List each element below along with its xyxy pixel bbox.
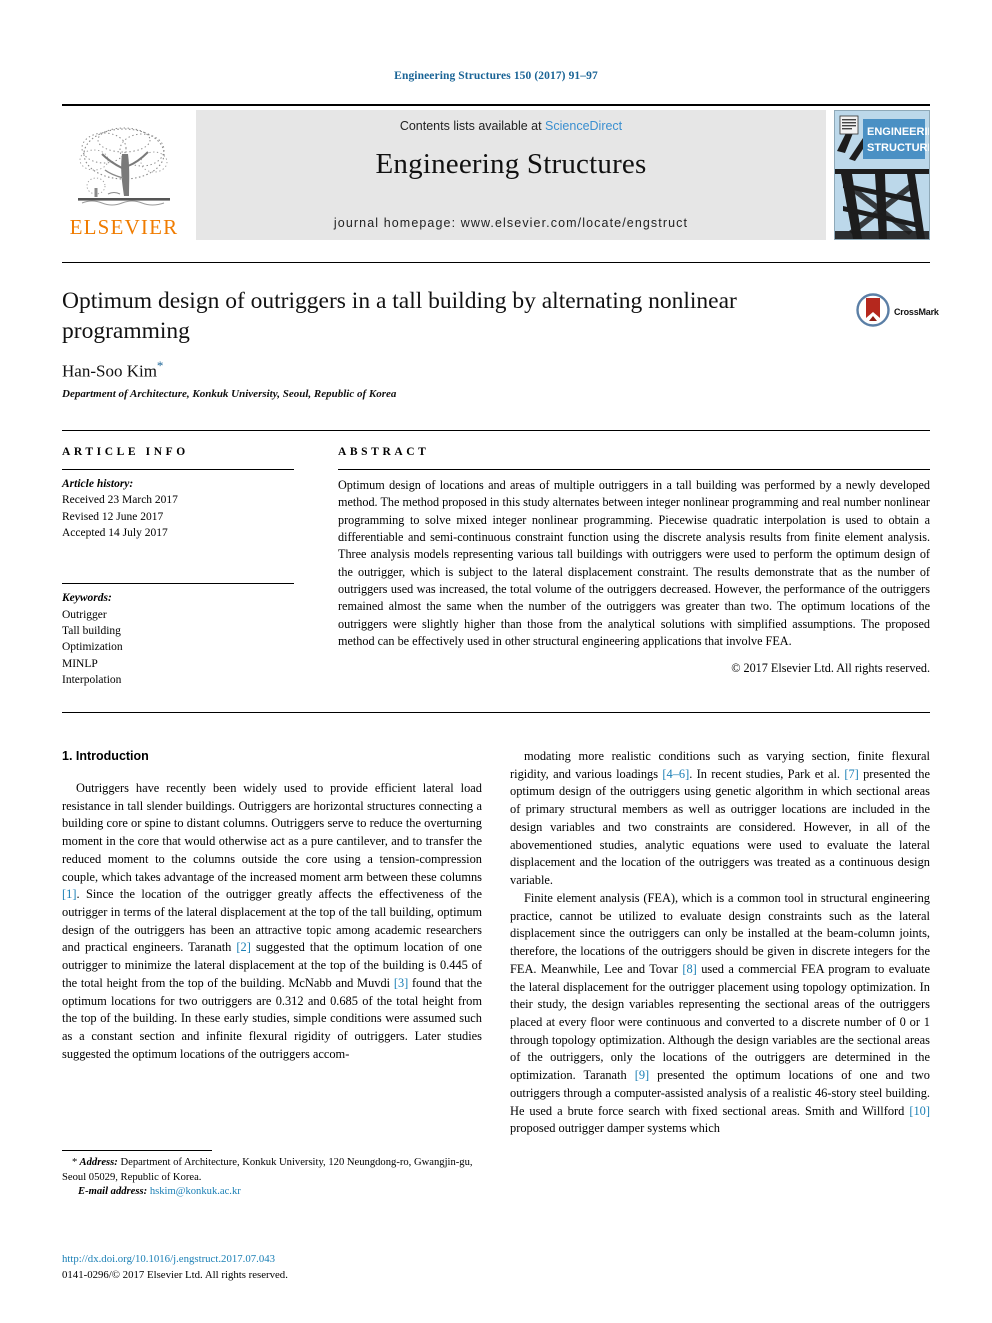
doi-block: http://dx.doi.org/10.1016/j.engstruct.20… xyxy=(62,1252,482,1283)
citation-ref-7[interactable]: [7] xyxy=(844,767,858,781)
article-info-block: ARTICLE INFO Article history: Received 2… xyxy=(62,446,294,688)
citation-ref-10[interactable]: [10] xyxy=(909,1104,930,1118)
article-info-heading: ARTICLE INFO xyxy=(62,446,189,458)
author-name: Han-Soo Kim xyxy=(62,361,157,381)
issn-copyright-line: 0141-0296/© 2017 Elsevier Ltd. All right… xyxy=(62,1268,288,1281)
elsevier-logo: ELSEVIER xyxy=(62,110,186,240)
citation-ref-3[interactable]: [3] xyxy=(394,976,408,990)
citation-ref-8[interactable]: [8] xyxy=(682,962,696,976)
abstract-block: ABSTRACT Optimum design of locations and… xyxy=(338,446,930,676)
crossmark-label: CrossMark xyxy=(894,307,939,317)
title-divider xyxy=(62,262,930,263)
text-run: Outriggers have recently been widely use… xyxy=(62,780,482,884)
elsevier-tree-icon xyxy=(72,124,176,216)
author-list: Han-Soo Kim* xyxy=(62,358,163,382)
text-run: proposed outrigger damper systems which xyxy=(510,1121,720,1136)
history-revised: Revised 12 June 2017 xyxy=(62,510,164,523)
keyword-item: Outrigger xyxy=(62,608,107,621)
history-received: Received 23 March 2017 xyxy=(62,494,178,507)
body-column-right: modating more realistic conditions such … xyxy=(510,748,930,1138)
journal-title: Engineering Structures xyxy=(375,148,647,180)
keyword-item: Interpolation xyxy=(62,673,122,686)
text-run: . In recent studies, Park et al. xyxy=(689,766,845,781)
info-divider xyxy=(62,430,930,431)
text-run: presented the optimum design of the outr… xyxy=(510,766,931,888)
paper-page: Engineering Structures 150 (2017) 91–97 xyxy=(0,0,992,1323)
article-history-label: Article history: xyxy=(62,478,134,490)
paragraph-intro-1: Outriggers have recently been widely use… xyxy=(62,780,482,1064)
abstract-bottom-divider xyxy=(62,712,930,713)
crossmark-icon xyxy=(856,292,890,332)
footnote-block: * Address: Department of Architecture, K… xyxy=(62,1156,482,1200)
citation-ref-2[interactable]: [2] xyxy=(236,940,250,954)
sciencedirect-link[interactable]: ScienceDirect xyxy=(545,119,622,133)
journal-masthead: ELSEVIER Contents lists available at Sci… xyxy=(62,104,930,240)
svg-text:ENGINEERING: ENGINEERING xyxy=(867,126,929,138)
section-title-introduction: 1. Introduction xyxy=(62,749,149,763)
footnote-email-line: E-mail address: hskim@konkuk.ac.kr xyxy=(62,1185,482,1200)
citation-ref-1[interactable]: [1] xyxy=(62,887,76,901)
citation-ref-4-6[interactable]: [4–6] xyxy=(662,767,689,781)
page-title: Optimum design of outriggers in a tall b… xyxy=(62,288,737,345)
footnote-address-label: Address: xyxy=(77,1157,118,1168)
running-head: Engineering Structures 150 (2017) 91–97 xyxy=(394,70,598,82)
abstract-heading: ABSTRACT xyxy=(338,446,430,458)
history-accepted: Accepted 14 July 2017 xyxy=(62,526,168,539)
body-column-left: 1. Introduction Outriggers have recently… xyxy=(62,748,482,1064)
doi-link[interactable]: http://dx.doi.org/10.1016/j.engstruct.20… xyxy=(62,1252,482,1268)
citation-ref-9[interactable]: [9] xyxy=(635,1068,649,1082)
affiliation: Department of Architecture, Konkuk Unive… xyxy=(62,388,397,400)
corresponding-author-marker[interactable]: * xyxy=(157,358,164,373)
journal-cover-image: ENGINEERING STRUCTURES xyxy=(834,110,930,240)
footnote-email-label: E-mail address: xyxy=(78,1186,148,1198)
elsevier-wordmark: ELSEVIER xyxy=(69,215,179,239)
footnote-email-link[interactable]: hskim@konkuk.ac.kr xyxy=(150,1186,241,1197)
keywords-label: Keywords: xyxy=(62,592,112,605)
text-run: used a commercial FEA program to evaluat… xyxy=(510,961,930,1083)
abstract-copyright: © 2017 Elsevier Ltd. All rights reserved… xyxy=(731,661,930,676)
footnote-address-text: Department of Architecture, Konkuk Unive… xyxy=(62,1157,473,1183)
footnote-divider xyxy=(62,1150,212,1151)
journal-banner: Contents lists available at ScienceDirec… xyxy=(196,110,826,240)
paragraph-intro-1-cont: modating more realistic conditions such … xyxy=(510,748,930,890)
article-history: Article history: Received 23 March 2017 … xyxy=(62,476,294,541)
abstract-rule xyxy=(338,469,930,470)
article-info-rule xyxy=(62,469,294,470)
abstract-text: Optimum design of locations and areas of… xyxy=(338,478,930,648)
paragraph-intro-2: Finite element analysis (FEA), which is … xyxy=(510,890,930,1138)
keyword-item: Tall building xyxy=(62,624,121,637)
footnote-address: * Address: Department of Architecture, K… xyxy=(62,1156,482,1185)
journal-homepage-line[interactable]: journal homepage: www.elsevier.com/locat… xyxy=(196,216,826,230)
svg-text:STRUCTURES: STRUCTURES xyxy=(867,142,929,154)
keyword-item: MINLP xyxy=(62,657,98,670)
crossmark-badge[interactable]: CrossMark xyxy=(856,292,940,332)
contents-prefix: Contents lists available at xyxy=(399,119,546,133)
keywords-block: Keywords: Outrigger Tall building Optimi… xyxy=(62,583,294,688)
contents-lists-line: Contents lists available at ScienceDirec… xyxy=(196,119,826,133)
keywords-rule xyxy=(62,583,294,585)
keyword-item: Optimization xyxy=(62,641,123,654)
